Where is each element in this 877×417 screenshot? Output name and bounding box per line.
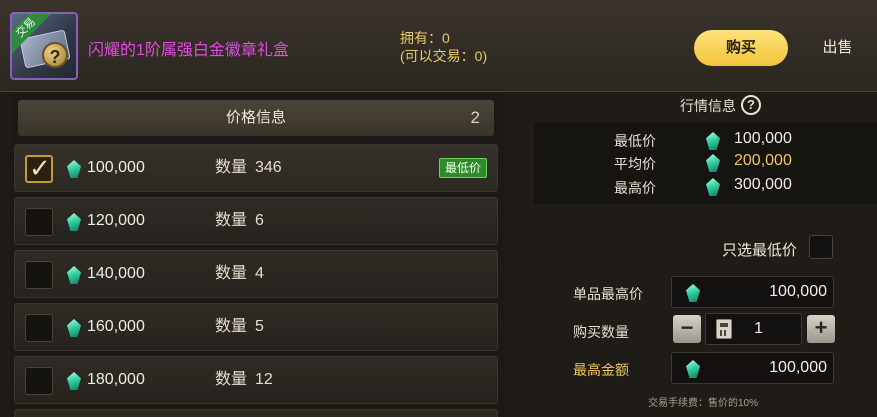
gem-icon (67, 319, 81, 337)
qty-increase-button[interactable]: + (807, 315, 835, 343)
price-list-header: 价格信息 2 (18, 100, 494, 136)
qty-decrease-button[interactable]: − (673, 315, 701, 343)
price-list-panel: 价格信息 2 ✓ 100,000 数量 346 最低价 120,000 数量 6… (10, 94, 504, 417)
price-row[interactable]: ✓ 100,000 数量 346 最低价 (14, 144, 498, 192)
highest-price-label: 最高价 (614, 180, 656, 196)
fee-note: 交易手续费：售价的10% (648, 398, 759, 409)
total-max-value: 100,000 (769, 359, 827, 376)
market-info-box: 最低价 100,000 平均价 200,000 最高价 300,000 (534, 122, 877, 204)
unit-max-price-field[interactable]: 100,000 (671, 276, 834, 308)
row-qty-label: 数量 (215, 318, 248, 335)
price-row[interactable]: 140,000 数量 4 (14, 250, 498, 298)
row-qty: 5 (255, 318, 264, 335)
row-qty: 6 (255, 212, 264, 229)
gem-icon (706, 132, 720, 150)
item-icon: ? 交易 (10, 12, 78, 80)
gem-icon (686, 360, 700, 378)
tab-buy[interactable]: 购买 (694, 30, 788, 66)
row-checkbox[interactable]: ✓ (25, 153, 53, 183)
highest-price-value: 300,000 (734, 176, 792, 193)
buy-qty-label: 购买数量 (573, 324, 629, 340)
price-list-title: 价格信息 (225, 109, 286, 126)
row-checkbox[interactable] (25, 314, 53, 342)
price-row-partial[interactable] (14, 409, 498, 417)
unit-max-price-value: 100,000 (769, 283, 827, 300)
question-seal-icon: ? (42, 42, 68, 68)
row-price: 160,000 (87, 318, 145, 335)
total-max-field: 100,000 (671, 352, 834, 384)
checkmark-icon: ✓ (29, 153, 51, 183)
lowest-price-value: 100,000 (734, 130, 792, 147)
gem-icon (706, 178, 720, 196)
total-max-label: 最高金额 (573, 362, 629, 378)
row-qty-label: 数量 (215, 371, 248, 388)
owned-count: 拥有：0 (400, 30, 450, 46)
buy-sell-tabs: 购买 出售 (692, 30, 877, 66)
gem-icon (67, 266, 81, 284)
price-list-count: 2 (470, 108, 480, 127)
price-row[interactable]: 160,000 数量 5 (14, 303, 498, 351)
row-price: 120,000 (87, 212, 145, 229)
row-qty: 4 (255, 265, 264, 282)
row-qty: 346 (255, 159, 282, 176)
price-row[interactable]: 120,000 数量 6 (14, 197, 498, 245)
row-price: 100,000 (87, 159, 145, 176)
row-checkbox[interactable] (25, 367, 53, 395)
item-header: ? 交易 闪耀的1阶属强白金徽章礼盒 拥有：0 (可以交易：0) 购买 出售 (0, 0, 877, 92)
row-checkbox[interactable] (25, 208, 53, 236)
row-price: 140,000 (87, 265, 145, 282)
item-name: 闪耀的1阶属强白金徽章礼盒 (88, 42, 289, 59)
gem-icon (67, 372, 81, 390)
avg-price-value: 200,000 (734, 152, 792, 169)
gem-icon (706, 154, 720, 172)
unit-max-label: 单品最高价 (573, 286, 643, 302)
gem-icon (686, 284, 700, 302)
avg-price-label: 平均价 (614, 156, 656, 172)
only-lowest-label: 只选最低价 (722, 242, 798, 259)
row-price: 180,000 (87, 371, 145, 388)
help-icon[interactable]: ? (741, 95, 761, 115)
tab-sell[interactable]: 出售 (798, 30, 877, 66)
qty-value: 1 (754, 320, 763, 337)
row-qty-label: 数量 (215, 265, 248, 282)
tradable-count: (可以交易：0) (400, 48, 488, 64)
row-qty-label: 数量 (215, 212, 248, 229)
gem-icon (67, 160, 81, 178)
row-checkbox[interactable] (25, 261, 53, 289)
qty-input[interactable]: 1 (705, 313, 802, 345)
owned-info: 拥有：0 (可以交易：0) (400, 29, 487, 65)
lowest-price-badge: 最低价 (438, 158, 487, 178)
calculator-icon[interactable] (716, 319, 732, 339)
only-lowest-checkbox[interactable] (809, 235, 833, 259)
row-qty: 12 (255, 371, 273, 388)
market-info-title: 行情信息 (680, 98, 736, 114)
price-row[interactable]: 180,000 数量 12 (14, 356, 498, 404)
row-qty-label: 数量 (215, 159, 248, 176)
lowest-price-label: 最低价 (614, 133, 656, 149)
gem-icon (67, 213, 81, 231)
